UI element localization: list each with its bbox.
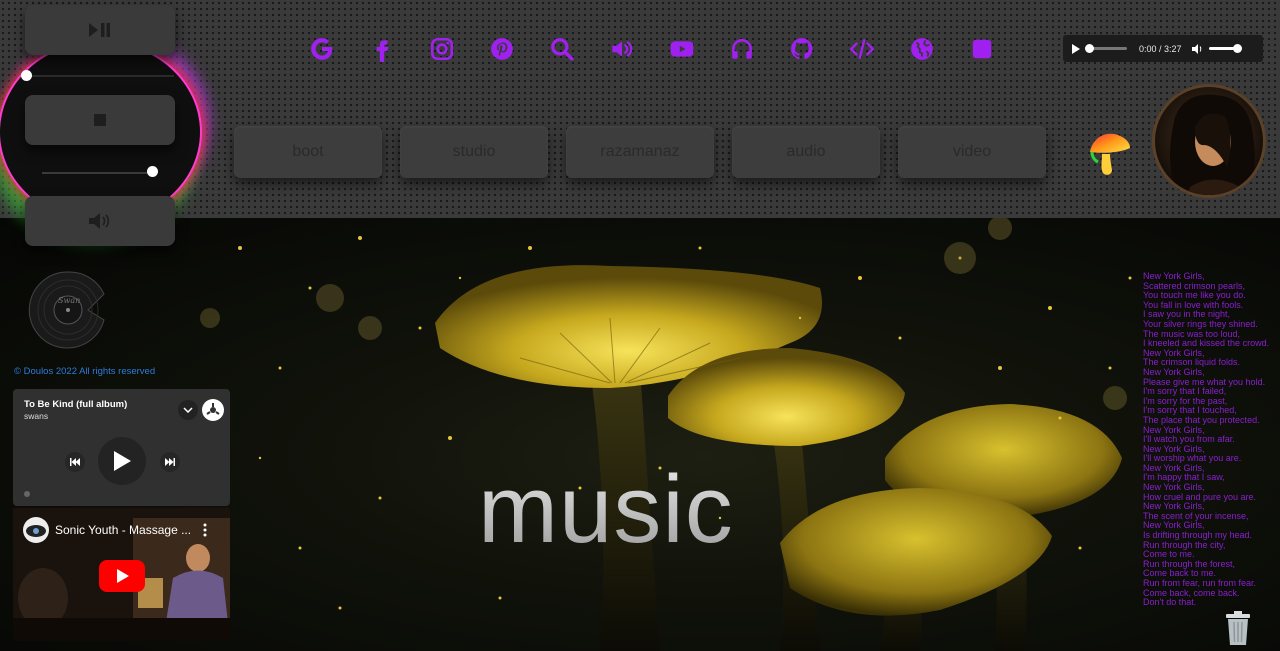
google-icon[interactable] xyxy=(292,30,352,68)
nav-studio-button[interactable]: studio xyxy=(400,126,548,178)
track-title: To Be Kind (full album) xyxy=(24,399,128,410)
more-icon[interactable] xyxy=(201,523,209,537)
play-pause-button[interactable] xyxy=(25,5,175,55)
previous-icon xyxy=(70,458,80,466)
spotify-icon[interactable] xyxy=(202,399,224,421)
nav-audio-button[interactable]: audio xyxy=(732,126,880,178)
volume-slider[interactable] xyxy=(42,172,154,174)
video-title[interactable]: Sonic Youth - Massage ... xyxy=(55,523,191,537)
pinterest-icon[interactable] xyxy=(472,30,532,68)
nav-video-button[interactable]: video xyxy=(898,126,1046,178)
mushroom-logo-icon xyxy=(1086,128,1134,178)
soundcloud-widget: To Be Kind (full album) swans xyxy=(13,389,230,506)
stop-icon xyxy=(94,114,106,126)
social-bar xyxy=(292,30,1012,68)
audio-volume-slider[interactable] xyxy=(1208,44,1242,53)
volume-knob[interactable] xyxy=(147,166,158,177)
avatar xyxy=(1152,84,1266,198)
search-icon[interactable] xyxy=(532,30,592,68)
next-icon xyxy=(165,458,175,466)
youtube-embed[interactable]: Sonic Youth - Massage ... xyxy=(13,508,230,641)
lyrics-panel: New York Girls, Scattered crimson pearls,… xyxy=(1143,271,1280,608)
mute-button[interactable] xyxy=(25,196,175,246)
expand-button[interactable] xyxy=(178,400,198,420)
globe-icon[interactable] xyxy=(892,30,952,68)
square-icon[interactable] xyxy=(952,30,1012,68)
channel-avatar[interactable] xyxy=(23,517,49,543)
facebook-icon[interactable] xyxy=(352,30,412,68)
instagram-icon[interactable] xyxy=(412,30,472,68)
vinyl-record-icon: Swan xyxy=(28,270,108,350)
progress-dot xyxy=(24,491,30,497)
previous-button[interactable] xyxy=(65,452,85,472)
headphones-icon[interactable] xyxy=(712,30,772,68)
play-icon xyxy=(114,451,131,471)
play-pause-icon xyxy=(89,23,110,37)
speaker-icon[interactable] xyxy=(592,30,652,68)
code-icon[interactable] xyxy=(832,30,892,68)
play-icon[interactable] xyxy=(1071,43,1081,54)
progress-slider[interactable] xyxy=(24,75,174,77)
trash-icon[interactable] xyxy=(1224,610,1252,646)
youtube-play-icon[interactable] xyxy=(99,560,145,592)
next-button[interactable] xyxy=(160,452,180,472)
play-button[interactable] xyxy=(98,437,146,485)
audio-progress-slider[interactable] xyxy=(1085,44,1127,53)
svg-text:Swan: Swan xyxy=(58,296,80,305)
audio-time: 0:00 / 3:27 xyxy=(1139,43,1182,54)
audio-player: 0:00 / 3:27 xyxy=(1063,35,1263,62)
nav-razamanaz-button[interactable]: razamanaz xyxy=(566,126,714,178)
github-icon[interactable] xyxy=(772,30,832,68)
progress-knob[interactable] xyxy=(21,70,32,81)
youtube-icon[interactable] xyxy=(652,30,712,68)
page-title: music xyxy=(478,456,734,563)
volume-icon[interactable] xyxy=(1191,43,1203,54)
speaker-icon xyxy=(89,213,110,229)
chevron-down-icon xyxy=(183,407,193,413)
lyric-line: Don't do that. xyxy=(1143,597,1197,608)
nav-boot-button[interactable]: boot xyxy=(234,126,382,178)
track-artist: swans xyxy=(24,411,49,421)
stop-button[interactable] xyxy=(25,95,175,145)
copyright-text: © Doulos 2022 All rights reserved xyxy=(14,366,156,377)
